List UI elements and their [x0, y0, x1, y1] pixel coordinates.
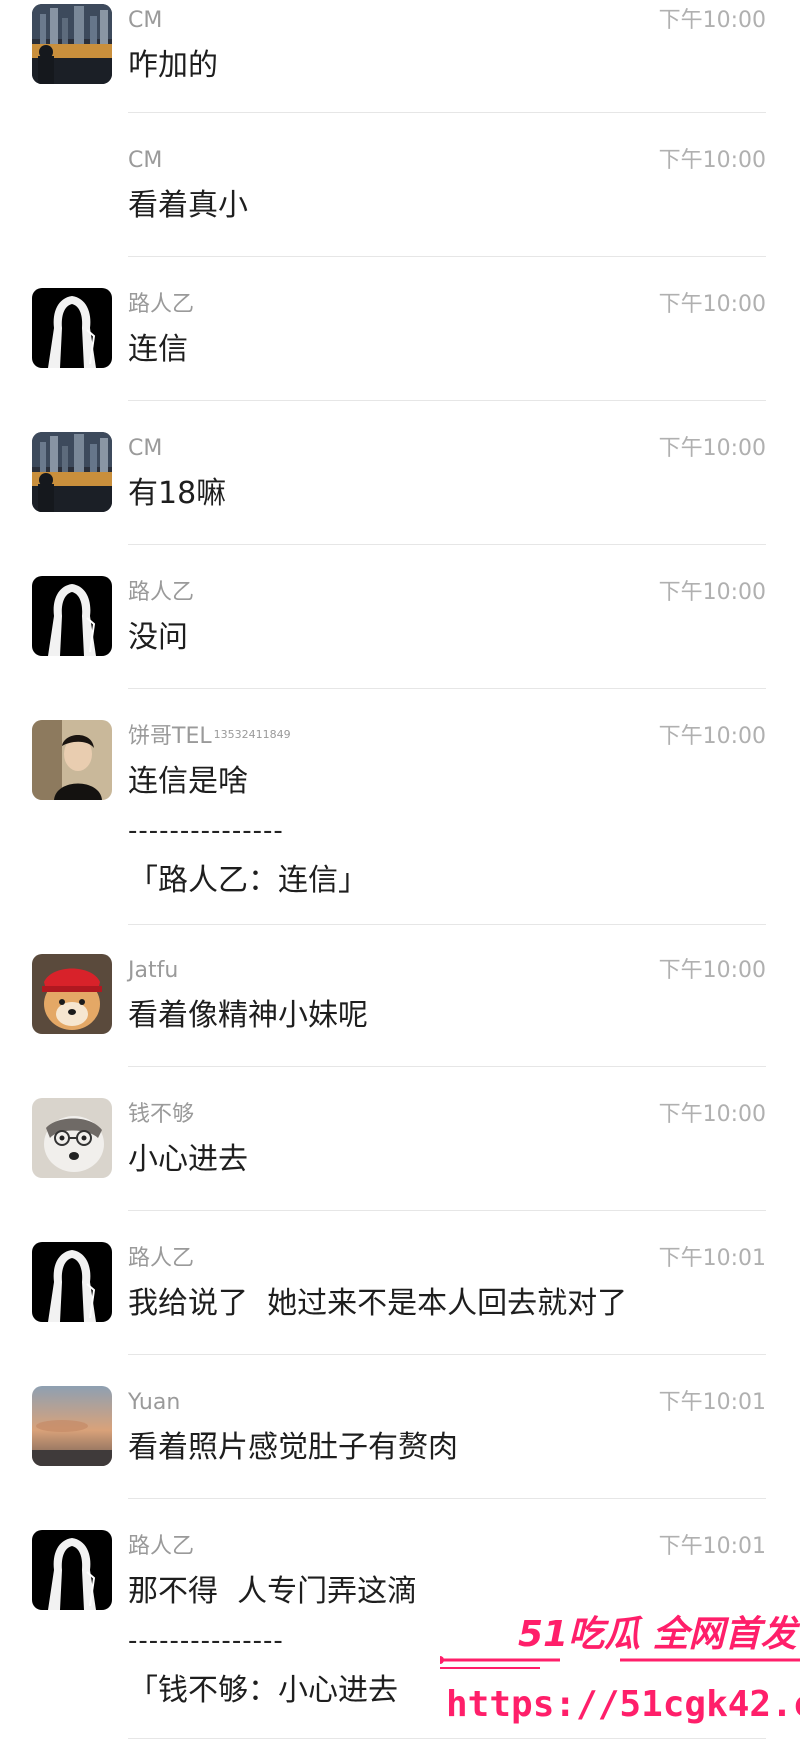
hooded-figure-avatar-image	[32, 1242, 112, 1322]
quote-divider: ---------------	[128, 816, 284, 846]
message-text: 咋加的	[128, 48, 218, 83]
site-watermark: 51吃瓜 全网首发 https://51cgk42.com	[436, 1594, 800, 1741]
message-text: 有18嘛	[128, 476, 227, 511]
husky-dog-avatar[interactable]	[32, 1098, 112, 1178]
person-portrait-avatar-image	[32, 720, 112, 800]
message-time: 下午10:00	[658, 8, 766, 33]
separator	[128, 544, 766, 545]
hooded-figure-avatar-image	[32, 1530, 112, 1610]
message-time: 下午10:00	[658, 436, 766, 461]
sender-phone: 13532411849	[213, 728, 291, 741]
watermark-line1: 51吃瓜 全网首发	[518, 1614, 800, 1655]
message-item[interactable]: 路人乙 下午10:00 没问	[0, 572, 800, 689]
message-time: 下午10:00	[658, 958, 766, 983]
message-item[interactable]: Yuan 下午10:01 看着照片感觉肚子有赘肉	[0, 1382, 800, 1499]
message-text: 小心进去	[128, 1142, 248, 1177]
message-text: 我给说了 她过来不是本人回去就对了	[128, 1286, 628, 1321]
quoted-message[interactable]: 「钱不够：小心进去	[128, 1671, 398, 1711]
separator	[128, 1498, 766, 1499]
shiba-dog-avatar-image	[32, 954, 112, 1034]
sender-name[interactable]: 路人乙	[128, 1534, 194, 1560]
message-time: 下午10:01	[658, 1390, 766, 1415]
separator	[128, 688, 766, 689]
hooded-figure-avatar-image	[32, 576, 112, 656]
sender-name[interactable]: Jatfu	[128, 958, 178, 984]
separator	[128, 256, 766, 257]
sender-name[interactable]: 路人乙	[128, 1246, 194, 1272]
shiba-dog-avatar[interactable]	[32, 954, 112, 1034]
person-portrait-avatar[interactable]	[32, 720, 112, 800]
sunset-sky-avatar[interactable]	[32, 1386, 112, 1466]
message-item[interactable]: 路人乙 下午10:00 连信	[0, 284, 800, 401]
separator	[128, 1354, 766, 1355]
separator	[128, 1210, 766, 1211]
message-text: 那不得 人专门弄这滴	[128, 1574, 418, 1609]
sender-name[interactable]: 路人乙	[128, 292, 194, 318]
message-text: 看着像精神小妹呢	[128, 998, 368, 1033]
message-time: 下午10:00	[658, 580, 766, 605]
message-time: 下午10:00	[658, 724, 766, 749]
message-item[interactable]: 路人乙 下午10:01 我给说了 她过来不是本人回去就对了	[0, 1238, 800, 1355]
hooded-figure-avatar-image	[32, 288, 112, 368]
city-night-avatar[interactable]	[32, 4, 112, 84]
sender-name[interactable]: CM	[128, 8, 162, 34]
message-item[interactable]: 钱不够 下午10:00 小心进去	[0, 1094, 800, 1211]
message-item[interactable]: CM 下午10:00 有18嘛	[0, 428, 800, 545]
sunset-sky-avatar-image	[32, 1386, 112, 1466]
message-time: 下午10:00	[658, 148, 766, 173]
hooded-figure-avatar[interactable]	[32, 288, 112, 368]
sender-name[interactable]: 钱不够	[128, 1102, 194, 1128]
message-text: 看着照片感觉肚子有赘肉	[128, 1430, 458, 1465]
husky-dog-avatar-image	[32, 1098, 112, 1178]
message-text: 连信	[128, 332, 188, 367]
quote-divider: ---------------	[128, 1626, 284, 1656]
message-item[interactable]: 饼哥TEL 13532411849 下午10:00 连信是啥 ----------…	[0, 716, 800, 926]
sender-name[interactable]: 饼哥TEL 13532411849	[128, 724, 291, 750]
sender-name[interactable]: 路人乙	[128, 580, 194, 606]
separator	[128, 1066, 766, 1067]
city-night-avatar-image	[32, 432, 112, 512]
city-night-avatar[interactable]	[32, 432, 112, 512]
sender-name[interactable]: CM	[128, 436, 162, 462]
message-time: 下午10:00	[658, 292, 766, 317]
message-text: 连信是啥	[128, 764, 248, 799]
sender-name-text: 饼哥TEL	[128, 724, 212, 749]
separator	[128, 112, 766, 113]
message-text: 看着真小	[128, 188, 248, 223]
watermark-line2: https://51cgk42.com	[446, 1684, 800, 1725]
message-item[interactable]: CM 下午10:00 咋加的	[0, 0, 800, 114]
message-time: 下午10:01	[658, 1246, 766, 1271]
separator	[128, 400, 766, 401]
message-time: 下午10:00	[658, 1102, 766, 1127]
message-item[interactable]: Jatfu 下午10:00 看着像精神小妹呢	[0, 950, 800, 1067]
hooded-figure-avatar[interactable]	[32, 1530, 112, 1610]
quoted-message[interactable]: 「路人乙：连信」	[128, 861, 368, 901]
watermark-graphic: 51吃瓜 全网首发 https://51cgk42.com	[436, 1614, 800, 1725]
message-item[interactable]: CM 下午10:00 看着真小	[0, 140, 800, 257]
separator	[128, 924, 766, 925]
city-night-avatar-image	[32, 4, 112, 84]
message-time: 下午10:01	[658, 1534, 766, 1559]
hooded-figure-avatar[interactable]	[32, 1242, 112, 1322]
hooded-figure-avatar[interactable]	[32, 576, 112, 656]
sender-name[interactable]: CM	[128, 148, 162, 174]
sender-name[interactable]: Yuan	[128, 1390, 180, 1416]
message-text: 没问	[128, 620, 188, 655]
